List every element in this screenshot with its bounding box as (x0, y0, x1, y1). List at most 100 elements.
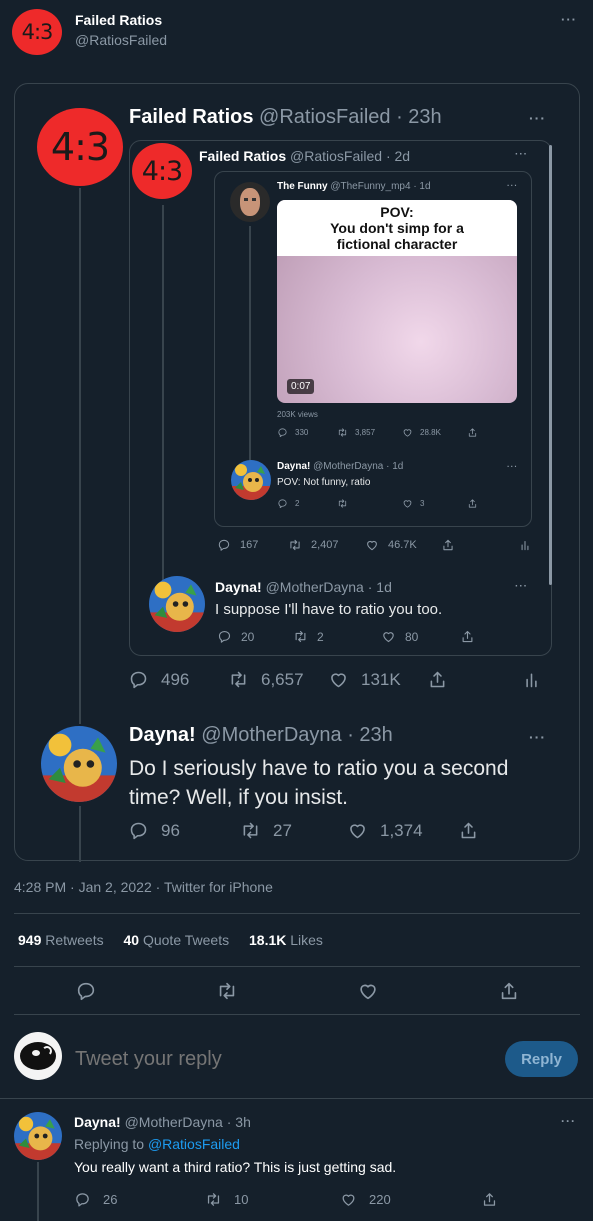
retweet-icon (216, 980, 238, 1002)
tweet-header: Failed Ratios @RatiosFailed · 23h (129, 106, 442, 129)
author-handle: @MotherDayna (201, 724, 342, 746)
more-icon[interactable]: ··· (561, 1114, 576, 1128)
likes-count[interactable]: 18.1K Likes (249, 932, 323, 948)
user-avatar[interactable] (14, 1032, 62, 1080)
tweet-header: Dayna! @MotherDayna · 3h (74, 1114, 251, 1130)
thread-line (79, 188, 81, 724)
tweet-time: · 1d (386, 461, 404, 472)
tweet-time: · 2d (385, 148, 411, 164)
share-icon (467, 498, 478, 509)
retweet-action: 2,407 (288, 538, 339, 552)
retweets-count[interactable]: 949 Retweets (18, 932, 104, 948)
tweet-text: POV: Not funny, ratio (277, 477, 371, 488)
tweet-header: Failed Ratios @RatiosFailed · 2d (199, 148, 410, 164)
like-icon (347, 820, 368, 841)
retweet-action: 3,857 (337, 427, 375, 438)
share-action (458, 820, 479, 841)
share-button[interactable] (498, 980, 520, 1002)
retweet-icon (205, 1191, 222, 1208)
retweet-icon (240, 820, 261, 841)
share-action (427, 669, 448, 690)
author-name: Dayna! (215, 579, 262, 595)
avatar[interactable] (14, 1112, 62, 1160)
video-duration: 0:07 (287, 379, 315, 394)
quote-tweets-count[interactable]: 40 Quote Tweets (124, 932, 230, 948)
retweet-icon (228, 669, 249, 690)
author-name[interactable]: Dayna! (74, 1114, 121, 1130)
reply-icon (277, 427, 288, 438)
analytics-icon (518, 538, 532, 552)
like-action: 28.8K (402, 427, 441, 438)
reply-icon (277, 498, 288, 509)
divider (0, 1098, 593, 1099)
like-button[interactable] (357, 980, 379, 1002)
retweet-button[interactable]: 10 (205, 1191, 248, 1208)
replying-to: Replying to @RatiosFailed (74, 1136, 240, 1152)
like-action: 46.7K (365, 538, 417, 552)
like-icon (402, 427, 413, 438)
tweet-time[interactable]: · 3h (227, 1114, 251, 1130)
reply-input[interactable] (75, 1044, 475, 1074)
reply-icon (75, 980, 97, 1002)
author-handle[interactable]: @MotherDayna (125, 1114, 223, 1130)
like-button[interactable]: 220 (340, 1191, 391, 1208)
like-icon (381, 629, 396, 644)
share-action (467, 498, 478, 509)
tweet-header: Dayna! @MotherDayna · 23h (129, 724, 393, 747)
tweet-text: You really want a third ratio? This is j… (74, 1159, 397, 1175)
retweet-icon (293, 629, 308, 644)
reply-submit-button[interactable]: Reply (505, 1041, 578, 1077)
share-action (460, 629, 475, 644)
share-button[interactable] (481, 1191, 498, 1208)
thread-line (79, 806, 81, 862)
retweet-button[interactable] (216, 980, 238, 1002)
like-icon (357, 980, 379, 1002)
author-handle[interactable]: @RatiosFailed (75, 32, 167, 48)
analytics-icon (521, 669, 542, 690)
like-icon (328, 669, 349, 690)
reply-icon (217, 538, 231, 552)
reply-action: 330 (277, 427, 308, 438)
more-icon: ··· (507, 181, 518, 190)
reply-action: 496 (128, 669, 189, 690)
share-icon (427, 669, 448, 690)
reply-icon (128, 820, 149, 841)
author-name: Failed Ratios (199, 148, 287, 164)
author-name: Dayna! (129, 724, 196, 746)
more-icon: ··· (515, 581, 528, 592)
author-handle: @TheFunny_mp4 (330, 181, 411, 192)
retweet-action: 27 (240, 820, 292, 841)
replying-handle-link[interactable]: @RatiosFailed (148, 1136, 240, 1152)
like-icon (340, 1191, 357, 1208)
tweet-timestamp[interactable]: 4:28 PM · Jan 2, 2022 · Twitter for iPho… (14, 879, 273, 895)
video-player[interactable]: POV: You don't simp for a fictional char… (277, 200, 517, 403)
retweet-icon (337, 498, 348, 509)
tweet-time: · 1d (367, 579, 392, 595)
like-action: 80 (381, 629, 418, 644)
scrollbar (549, 145, 552, 585)
reply-button[interactable]: 26 (74, 1191, 117, 1208)
reply-icon (74, 1191, 91, 1208)
thread-line (249, 226, 251, 466)
share-icon (481, 1191, 498, 1208)
author-name[interactable]: Failed Ratios (75, 12, 162, 28)
reply-button[interactable] (75, 980, 97, 1002)
tweet-time: · 23h (347, 724, 393, 746)
divider (14, 1014, 580, 1015)
author-name: Dayna! (277, 461, 311, 472)
divider (14, 966, 580, 967)
more-icon: ··· (529, 729, 546, 745)
share-icon (498, 980, 520, 1002)
reply-action: 96 (128, 820, 180, 841)
reply-action: 167 (217, 538, 258, 552)
avatar[interactable]: 4:3 (12, 9, 62, 55)
avatar (231, 460, 271, 500)
share-icon (458, 820, 479, 841)
thread-line (162, 205, 164, 581)
avatar (41, 726, 117, 802)
more-icon[interactable]: ··· (561, 12, 577, 27)
retweet-icon (288, 538, 302, 552)
tweet-header: Dayna! @MotherDayna · 1d (215, 579, 392, 595)
analytics-action (518, 538, 532, 552)
more-icon: ··· (507, 462, 518, 471)
